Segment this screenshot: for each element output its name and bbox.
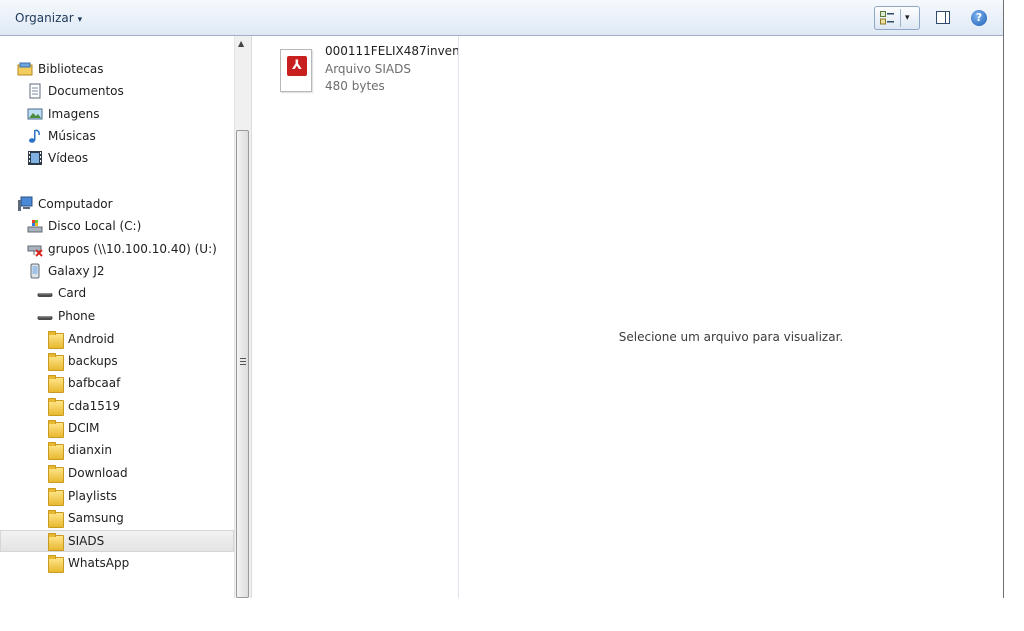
nav-item-label: Galaxy J2 — [48, 264, 105, 278]
preview-pane: Selecione um arquivo para visualizar. — [459, 36, 1003, 598]
nav-folder-bafbcaaf[interactable]: bafbcaaf — [0, 372, 234, 394]
blank-area — [0, 598, 1024, 631]
organize-label: Organizar — [15, 11, 74, 25]
folder-icon — [48, 442, 64, 460]
nav-item-label: grupos (\\10.100.10.40) (U:) — [48, 242, 217, 256]
nav-item-galaxy-j2[interactable]: Galaxy J2 — [0, 260, 234, 282]
split-divider — [900, 9, 901, 27]
nav-folder-samsung[interactable]: Samsung — [0, 507, 234, 529]
nav-item-imagens[interactable]: Imagens — [0, 103, 234, 125]
nav-item-local-disk[interactable]: Disco Local (C:) — [0, 215, 234, 237]
file-type: Arquivo SIADS — [325, 62, 411, 76]
nav-folder-label: cda1519 — [68, 399, 121, 413]
help-icon: ? — [971, 10, 987, 26]
grip-icon — [240, 358, 246, 365]
view-options-arrow-icon[interactable]: ▾ — [905, 8, 910, 28]
preview-pane-button[interactable] — [930, 6, 956, 30]
folder-icon — [48, 420, 64, 438]
details-view-icon — [880, 11, 894, 25]
nav-folder-whatsapp[interactable]: WhatsApp — [0, 552, 234, 574]
nav-scrollbar[interactable]: ▲ — [234, 36, 251, 598]
file-name: 000111FELIX487inventario — [325, 44, 459, 58]
nav-folder-dcim[interactable]: DCIM — [0, 417, 234, 439]
command-bar: Organizar ▾ ▾ ? — [0, 0, 1003, 36]
nav-item-label: Documentos — [48, 84, 124, 98]
nav-folder-dianxin[interactable]: dianxin — [0, 439, 234, 461]
nav-folder-playlists[interactable]: Playlists — [0, 485, 234, 507]
nav-item-label: Imagens — [48, 107, 100, 121]
folder-icon — [48, 510, 64, 528]
nav-libraries-label: Bibliotecas — [38, 62, 104, 76]
nav-computer[interactable]: Computador — [0, 193, 234, 215]
folder-icon — [48, 533, 64, 551]
organize-menu-button[interactable]: Organizar ▾ — [8, 9, 89, 27]
window-border — [1003, 0, 1004, 598]
file-list-pane: ⅄ 000111FELIX487inventario Arquivo SIADS… — [251, 36, 459, 598]
nav-folder-label: DCIM — [68, 421, 100, 435]
nav-item-documentos[interactable]: Documentos — [0, 80, 234, 102]
scroll-up-arrow-icon[interactable]: ▲ — [238, 39, 244, 48]
nav-folder-label: Download — [68, 466, 128, 480]
change-view-button[interactable]: ▾ — [874, 6, 920, 30]
music-icon — [29, 129, 40, 143]
nav-item-label: Disco Local (C:) — [48, 219, 142, 233]
folder-icon — [48, 555, 64, 573]
nav-item-phone[interactable]: Phone — [0, 305, 234, 327]
folder-icon — [48, 488, 64, 506]
local-disk-icon — [27, 220, 43, 233]
nav-folder-android[interactable]: Android — [0, 328, 234, 350]
nav-folder-label: backups — [68, 354, 118, 368]
folder-icon — [48, 465, 64, 483]
nav-folder-label: dianxin — [68, 443, 112, 457]
network-drive-disconnected-icon — [27, 245, 43, 257]
computer-icon — [18, 196, 33, 211]
nav-folder-label: Android — [68, 332, 115, 346]
nav-folder-label: bafbcaaf — [68, 376, 121, 390]
storage-icon — [37, 316, 53, 320]
acrobat-logo-icon: ⅄ — [287, 56, 307, 76]
folder-icon — [48, 353, 64, 371]
phone-device-icon — [30, 263, 40, 279]
scrollbar-thumb[interactable] — [236, 130, 249, 598]
nav-folder-label: Samsung — [68, 511, 124, 525]
preview-placeholder-text: Selecione um arquivo para visualizar. — [618, 330, 844, 344]
nav-folder-siads[interactable]: SIADS — [0, 530, 234, 552]
picture-icon — [27, 108, 43, 120]
libraries-icon — [17, 62, 33, 76]
nav-item-musicas[interactable]: Músicas — [0, 125, 234, 147]
file-item[interactable]: ⅄ 000111FELIX487inventario Arquivo SIADS… — [280, 44, 460, 100]
pdf-file-icon: ⅄ — [280, 49, 312, 92]
nav-item-videos[interactable]: Vídeos — [0, 147, 234, 169]
preview-pane-icon — [936, 11, 950, 24]
nav-item-card[interactable]: Card — [0, 282, 234, 304]
nav-libraries[interactable]: Bibliotecas — [0, 58, 234, 80]
nav-folder-label: Playlists — [68, 489, 117, 503]
folder-icon — [48, 331, 64, 349]
nav-item-label: Phone — [58, 309, 96, 323]
chevron-down-icon: ▾ — [77, 15, 83, 25]
video-icon — [28, 151, 42, 165]
nav-item-network-drive[interactable]: grupos (\\10.100.10.40) (U:) — [0, 238, 234, 260]
folder-icon — [48, 398, 64, 416]
storage-icon — [37, 293, 53, 297]
nav-folder-cda1519[interactable]: cda1519 — [0, 395, 234, 417]
help-button[interactable]: ? — [966, 6, 992, 30]
folder-icon — [48, 375, 64, 393]
nav-folder-label: SIADS — [68, 534, 105, 548]
nav-computer-label: Computador — [38, 197, 113, 211]
file-size: 480 bytes — [325, 79, 385, 93]
nav-item-label: Vídeos — [48, 151, 89, 165]
nav-item-label: Músicas — [48, 129, 96, 143]
nav-folder-label: WhatsApp — [68, 556, 130, 570]
document-icon — [29, 83, 41, 99]
navigation-pane: Bibliotecas Documentos Imagens Músicas V… — [0, 36, 234, 598]
nav-item-label: Card — [58, 286, 87, 300]
nav-folder-backups[interactable]: backups — [0, 350, 234, 372]
nav-folder-download[interactable]: Download — [0, 462, 234, 484]
